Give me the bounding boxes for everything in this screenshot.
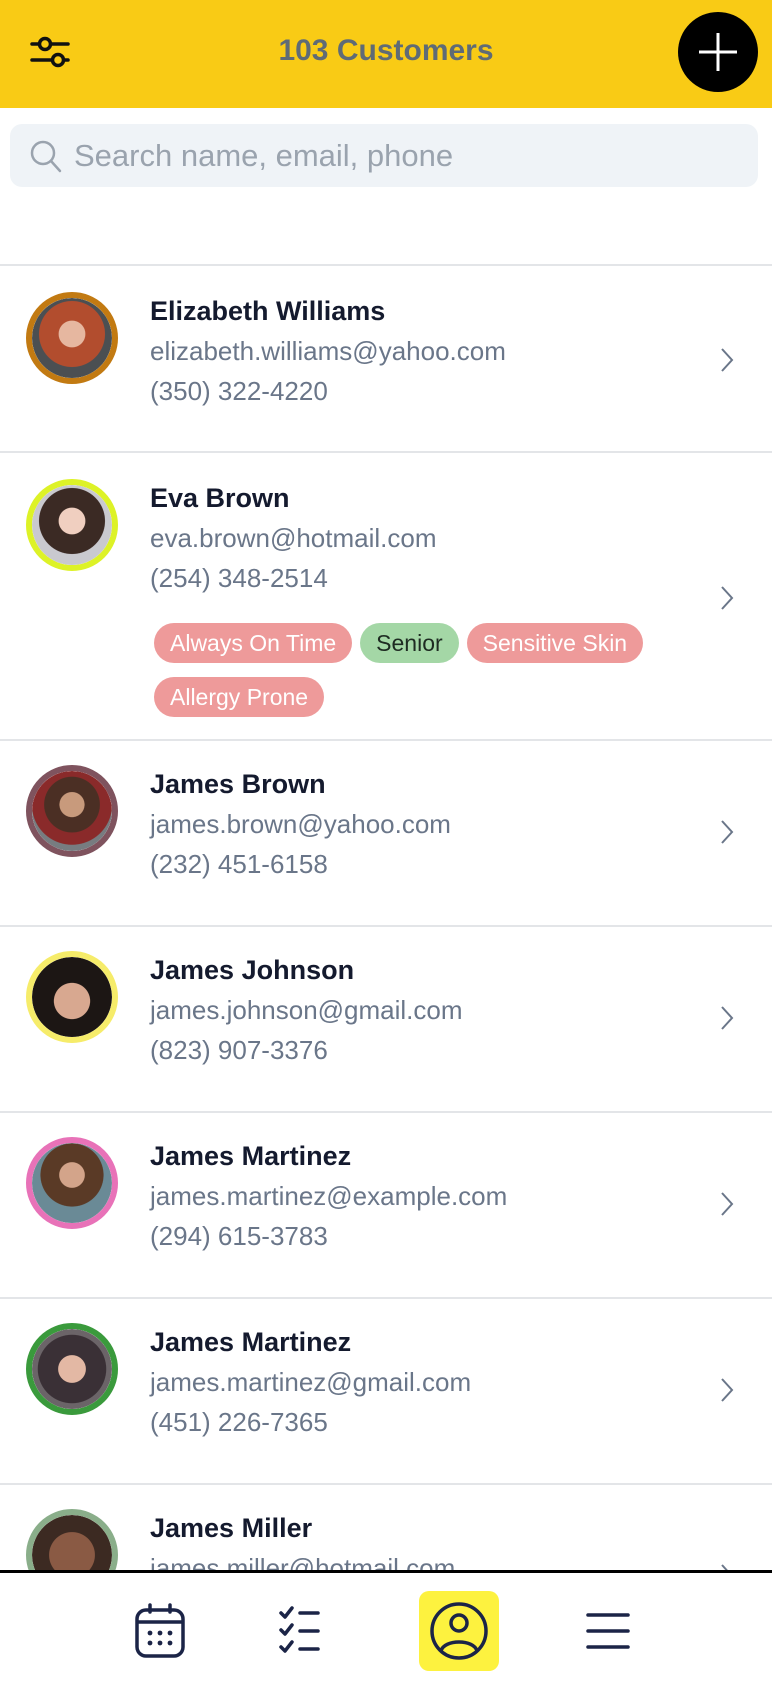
customer-name: James Johnson [150,955,355,985]
nav-customers[interactable] [419,1591,499,1671]
chevron-right-icon [721,348,734,372]
bottom-nav [0,1570,772,1684]
page-title: 103 Customers [278,34,494,67]
customer-row[interactable]: James Martinez james.martinez@example.co… [0,1111,772,1297]
tag-badge: Allergy Prone [154,677,325,717]
chevron-right-icon [721,820,734,844]
tag-badge: Sensitive Skin [466,623,644,663]
checklist-icon [279,1606,320,1653]
add-customer-button[interactable] [678,12,758,92]
customer-email: elizabeth.williams@yahoo.com [150,336,506,366]
nav-calendar[interactable] [120,1591,200,1671]
customer-name: James Miller [150,1513,313,1543]
chevron-right-icon [721,586,734,610]
tag-badge: Senior [360,623,459,663]
search-input[interactable] [74,124,744,187]
tag-badge: Always On Time [154,623,353,663]
top-header: 103 Customers [0,0,772,108]
hamburger-menu-icon [586,1613,630,1649]
customer-phone: (254) 348-2514 [150,563,328,593]
avatar [26,765,118,857]
customer-row[interactable]: James Martinez james.martinez@gmail.com … [0,1297,772,1483]
customer-email: james.johnson@gmail.com [150,995,463,1025]
customer-row[interactable]: James Johnson james.johnson@gmail.com (8… [0,925,772,1111]
customer-row[interactable]: Eva Brown eva.brown@hotmail.com (254) 34… [0,451,772,739]
avatar [26,1137,118,1229]
search-icon [30,140,62,173]
chevron-right-icon [721,1378,734,1402]
tag-list: Always On Time Senior Sensitive Skin All… [154,623,714,717]
customer-phone: (232) 451-6158 [150,849,328,879]
customer-name: James Martinez [150,1327,352,1357]
chevron-right-icon [721,1006,734,1030]
avatar [26,1323,118,1415]
customer-name: James Brown [150,769,326,799]
avatar [26,951,118,1043]
chevron-right-icon [721,1192,734,1216]
customer-email: james.brown@yahoo.com [150,809,451,839]
plus-icon [699,33,737,71]
avatar [26,292,118,384]
customer-email: james.martinez@gmail.com [150,1367,472,1397]
nav-tasks[interactable] [268,1591,348,1671]
nav-menu[interactable] [568,1591,648,1671]
customer-phone: (350) 322-4220 [150,376,328,406]
avatar [26,479,118,571]
customer-email: eva.brown@hotmail.com [150,523,437,553]
search-bar [10,124,758,187]
calendar-icon [135,1603,185,1658]
user-circle-icon [430,1602,488,1660]
customer-name: Elizabeth Williams [150,296,386,326]
customer-row[interactable]: James Brown james.brown@yahoo.com (232) … [0,739,772,925]
customer-name: James Martinez [150,1141,352,1171]
customer-phone: (823) 907-3376 [150,1035,328,1065]
customer-row[interactable]: Elizabeth Williams elizabeth.williams@ya… [0,264,772,451]
customer-email: james.martinez@example.com [150,1181,508,1211]
customer-phone: (294) 615-3783 [150,1221,328,1251]
customer-name: Eva Brown [150,483,290,513]
customer-phone: (451) 226-7365 [150,1407,328,1437]
